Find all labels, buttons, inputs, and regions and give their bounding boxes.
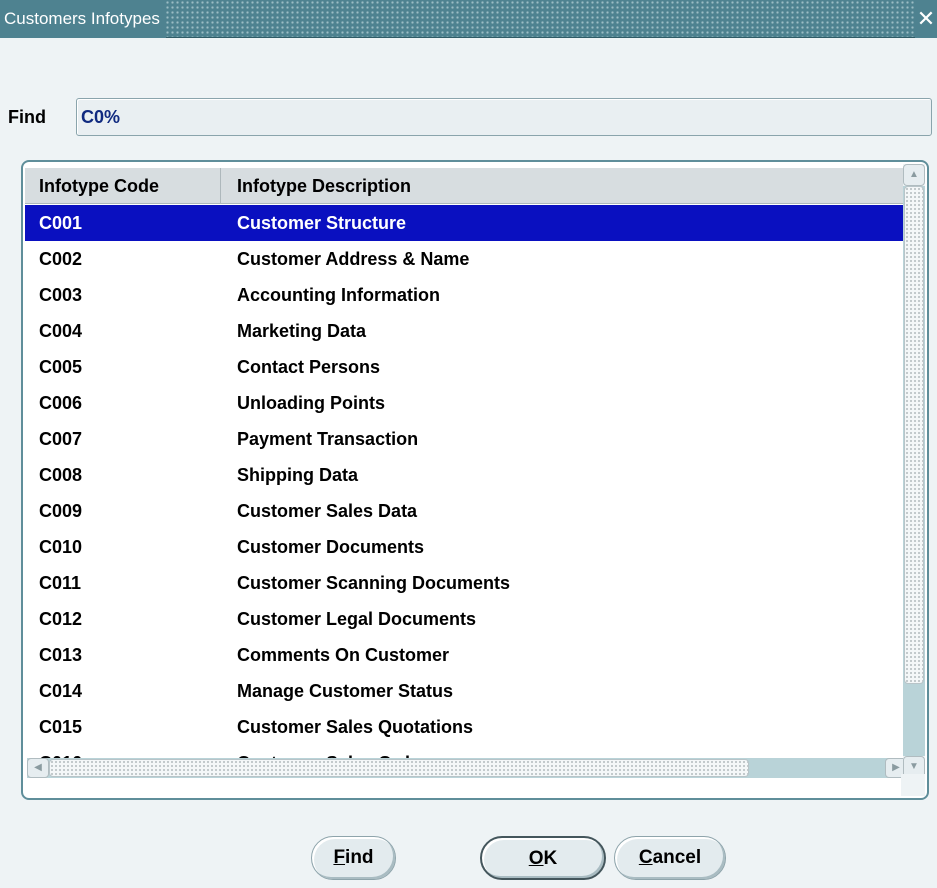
table-row[interactable]: C012 Customer Legal Documents — [25, 601, 905, 637]
scroll-left-icon[interactable]: ◀ — [27, 758, 49, 778]
table-row[interactable]: C013 Comments On Customer — [25, 637, 905, 673]
infotype-description: Manage Customer Status — [237, 681, 454, 701]
horizontal-scroll-thumb[interactable] — [49, 759, 749, 777]
infotype-description: Customer Legal Documents — [237, 609, 477, 629]
table-row[interactable]: C011 Customer Scanning Documents — [25, 565, 905, 601]
table-row[interactable]: C007 Payment Transaction — [25, 421, 905, 457]
infotype-description: Comments On Customer — [237, 645, 450, 665]
table-row[interactable]: C006 Unloading Points — [25, 385, 905, 421]
infotype-code: C002 — [39, 249, 83, 269]
infotype-code: C011 — [39, 573, 82, 593]
close-icon[interactable]: ✕ — [915, 0, 937, 38]
infotype-code: C013 — [39, 645, 83, 665]
infotype-description: Unloading Points — [237, 393, 385, 413]
infotype-code: C001 — [39, 213, 83, 233]
cancel-button[interactable]: Cancel — [614, 836, 726, 880]
scroll-up-icon[interactable]: ▲ — [903, 164, 925, 186]
infotype-code: C003 — [39, 285, 83, 305]
infotype-description: Shipping Data — [237, 465, 358, 485]
table-row[interactable]: C002 Customer Address & Name — [25, 241, 905, 277]
table-row[interactable]: C001 Customer Structure — [25, 205, 905, 241]
infotype-description: Accounting Information — [237, 285, 440, 305]
infotype-description: Customer Structure — [237, 213, 407, 233]
infotype-code: C009 — [39, 501, 83, 521]
infotype-description: Customer Address & Name — [237, 249, 470, 269]
infotype-code: C005 — [39, 357, 83, 377]
find-input[interactable] — [76, 98, 932, 136]
table-row[interactable]: C010 Customer Documents — [25, 529, 905, 565]
infotype-description: Contact Persons — [237, 357, 381, 377]
column-header-code[interactable]: Infotype Code — [25, 168, 221, 204]
infotype-code: C015 — [39, 717, 83, 737]
infotype-code: C004 — [39, 321, 83, 341]
title-bar: Customers Infotypes ✕ — [0, 0, 937, 38]
column-header-description[interactable]: Infotype Description — [221, 168, 905, 204]
infotype-description: Customer Sales Data — [237, 501, 418, 521]
infotype-code: C008 — [39, 465, 83, 485]
table-row[interactable]: C005 Contact Persons — [25, 349, 905, 385]
find-button[interactable]: Find — [311, 836, 396, 880]
infotype-description: Marketing Data — [237, 321, 367, 341]
table-row[interactable]: C004 Marketing Data — [25, 313, 905, 349]
infotype-code: C010 — [39, 537, 83, 557]
infotype-code: C014 — [39, 681, 83, 701]
table-body: Infotype Code Infotype Description C001 C… — [25, 164, 905, 780]
infotype-code: C007 — [39, 429, 83, 449]
vertical-scrollbar[interactable]: ▲ ▼ — [903, 164, 925, 778]
table-row[interactable]: C003 Accounting Information — [25, 277, 905, 313]
ok-button[interactable]: OK — [480, 836, 606, 880]
table-row[interactable]: C008 Shipping Data — [25, 457, 905, 493]
scroll-corner — [901, 774, 925, 796]
find-label: Find — [8, 107, 46, 127]
infotype-code: C006 — [39, 393, 83, 413]
vertical-scroll-thumb[interactable] — [904, 186, 924, 684]
infotype-code: C012 — [39, 609, 83, 629]
horizontal-scrollbar[interactable]: ◀ ▶ — [27, 758, 905, 778]
window-title: Customers Infotypes — [0, 0, 166, 38]
infotype-description: Customer Scanning Documents — [237, 573, 511, 593]
infotypes-table: Infotype Code Infotype Description C001 C… — [21, 160, 929, 800]
table-row[interactable]: C014 Manage Customer Status — [25, 673, 905, 709]
table-row[interactable]: C009 Customer Sales Data — [25, 493, 905, 529]
infotype-description: Customer Sales Quotations — [237, 717, 474, 737]
infotype-description: Payment Transaction — [237, 429, 419, 449]
infotype-description: Customer Documents — [237, 537, 425, 557]
table-row[interactable]: C015 Customer Sales Quotations — [25, 709, 905, 745]
table-header: Infotype Code Infotype Description — [25, 168, 905, 204]
